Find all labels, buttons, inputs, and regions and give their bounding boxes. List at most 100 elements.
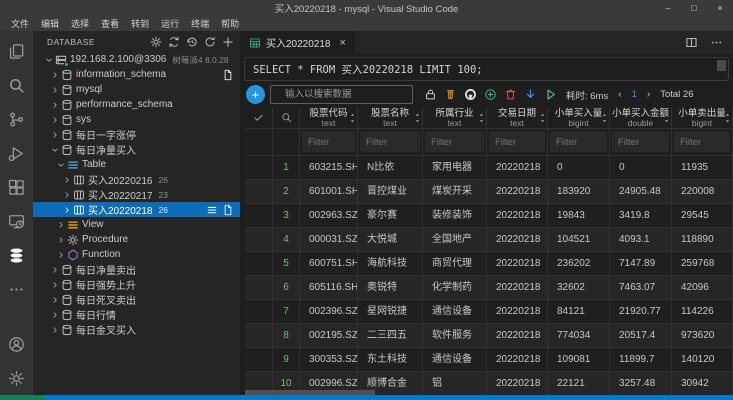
data-cell[interactable]: 84121 [548,300,610,324]
prev-page-icon[interactable]: ‹ [618,89,621,100]
chevron-right-icon[interactable] [55,249,66,260]
tree-item-schema-qiangshi-shangsheng[interactable]: 每日强势上升 [33,277,240,292]
tree-item-server[interactable]: 192.168.2.100@3306 树莓派4 8.0.28 [33,52,240,67]
data-cell[interactable]: 236202 [548,252,610,276]
next-page-icon[interactable]: › [647,89,650,100]
more-views-icon[interactable] [0,272,33,306]
data-cell[interactable]: 豪尔赛 [358,204,423,228]
explorer-icon[interactable] [0,34,33,68]
settings-gear-icon[interactable] [0,361,33,395]
row-number[interactable]: 5 [273,252,300,276]
data-cell[interactable]: 煤炭开采 [423,180,487,204]
row-checkbox-cell[interactable] [245,324,273,348]
filter-input[interactable]: Filter [360,132,420,152]
data-cell[interactable]: 973620 [672,324,733,348]
data-cell[interactable]: 605116.SH [300,276,358,300]
row-checkbox-cell[interactable] [245,276,273,300]
data-cell[interactable]: 30942 [672,372,733,395]
data-cell[interactable]: 大悦城 [358,228,423,252]
data-cell[interactable]: 7147.89 [610,252,672,276]
sort-icon[interactable] [723,112,732,124]
data-cell[interactable]: 220008 [672,180,733,204]
data-cell[interactable]: 002195.SZ [300,324,358,348]
data-cell[interactable]: 全国地产 [423,228,487,252]
menu-item-terminal[interactable]: 终端 [185,17,215,30]
column-header-6[interactable]: 小单买入金额 double [610,107,672,129]
data-cell[interactable]: 20220218 [487,372,548,395]
filter-input[interactable]: Filter [302,132,355,152]
sort-icon[interactable] [477,112,486,124]
chevron-right-icon[interactable] [49,294,60,305]
panel-sync-icon[interactable] [166,34,181,49]
editor-more-actions-icon[interactable] [708,35,724,51]
data-cell[interactable]: 4093.1 [610,228,672,252]
menu-item-selection[interactable]: 选择 [65,17,95,30]
data-cell[interactable]: 21920.77 [610,300,672,324]
lock-icon[interactable] [422,87,438,103]
data-cell[interactable]: 0 [548,156,610,180]
chevron-right-icon[interactable] [49,279,60,290]
column-header-5[interactable]: 小单买入量 bigint [548,107,610,129]
data-cell[interactable]: 42096 [672,276,733,300]
data-cell[interactable]: 300353.SZ [300,348,358,372]
tree-item-table-group[interactable]: Table [33,157,240,172]
row-number[interactable]: 3 [273,204,300,228]
chevron-right-icon[interactable] [49,69,60,80]
data-cell[interactable]: 7463.07 [610,276,672,300]
data-cell[interactable]: 11899.7 [610,348,672,372]
data-cell[interactable]: 22121 [548,372,610,395]
export-download-icon[interactable] [522,87,538,103]
minimize-button[interactable]: – [655,0,681,16]
menu-item-edit[interactable]: 编辑 [35,17,65,30]
new-file-icon[interactable] [222,204,234,216]
panel-refresh-icon[interactable] [202,34,217,49]
chevron-right-icon[interactable] [55,234,66,245]
coffee-icon[interactable] [442,87,458,103]
data-cell[interactable]: 商贸代理 [423,252,487,276]
chevron-right-icon[interactable] [49,99,60,110]
filter-input[interactable]: Filter [425,132,484,152]
data-cell[interactable]: 600751.SH [300,252,358,276]
tree-item-schema-jingliang-maichu[interactable]: 每日净量卖出 [33,262,240,277]
tree-item-table-20220217[interactable]: 买入20220217 23 [33,187,240,202]
run-debug-icon[interactable] [0,136,33,170]
sql-editor[interactable]: SELECT * FROM 买入20220218 LIMIT 100; [244,57,729,81]
menu-item-view[interactable]: 查看 [95,17,125,30]
row-checkbox-cell[interactable] [245,300,273,324]
data-cell[interactable]: 3257.48 [610,372,672,395]
search-icon[interactable] [0,68,33,102]
tree-item-schema-sicha-maichu[interactable]: 每日死叉卖出 [33,292,240,307]
data-cell[interactable]: 19843 [548,204,610,228]
sort-icon[interactable] [662,112,671,124]
data-cell[interactable]: 3419.8 [610,204,672,228]
tab-buy-20220218[interactable]: 买入20220218 × [240,31,355,54]
row-checkbox-cell[interactable] [245,252,273,276]
tree-item-performance-schema[interactable]: performance_schema [33,97,240,112]
column-header-7[interactable]: 小单卖出量 bigint [672,107,733,129]
data-cell[interactable]: 32602 [548,276,610,300]
new-file-icon[interactable] [222,69,234,81]
data-cell[interactable]: N比依 [358,156,423,180]
data-cell[interactable]: 20220218 [487,156,548,180]
maximize-button[interactable]: □ [681,0,707,16]
remote-explorer-icon[interactable] [0,204,33,238]
chevron-right-icon[interactable] [61,204,72,215]
row-checkbox-cell[interactable] [245,228,273,252]
row-number[interactable]: 1 [273,156,300,180]
chevron-right-icon[interactable] [49,84,60,95]
chevron-right-icon[interactable] [49,114,60,125]
column-header-4[interactable]: 交易日期 text [487,107,548,129]
panel-settings-icon[interactable] [148,34,163,49]
horizontal-scrollbar[interactable] [245,390,375,395]
data-cell[interactable]: 装修装饰 [423,204,487,228]
column-header-3[interactable]: 所属行业 text [423,107,487,129]
row-number[interactable]: 6 [273,276,300,300]
data-cell[interactable]: 20220218 [487,348,548,372]
extensions-icon[interactable] [0,170,33,204]
menu-item-file[interactable]: 文件 [5,17,35,30]
row-number[interactable]: 8 [273,324,300,348]
data-cell[interactable]: 海航科技 [358,252,423,276]
data-cell[interactable]: 20220218 [487,180,548,204]
data-cell[interactable]: 11935 [672,156,733,180]
panel-add-connection-icon[interactable] [220,34,235,49]
